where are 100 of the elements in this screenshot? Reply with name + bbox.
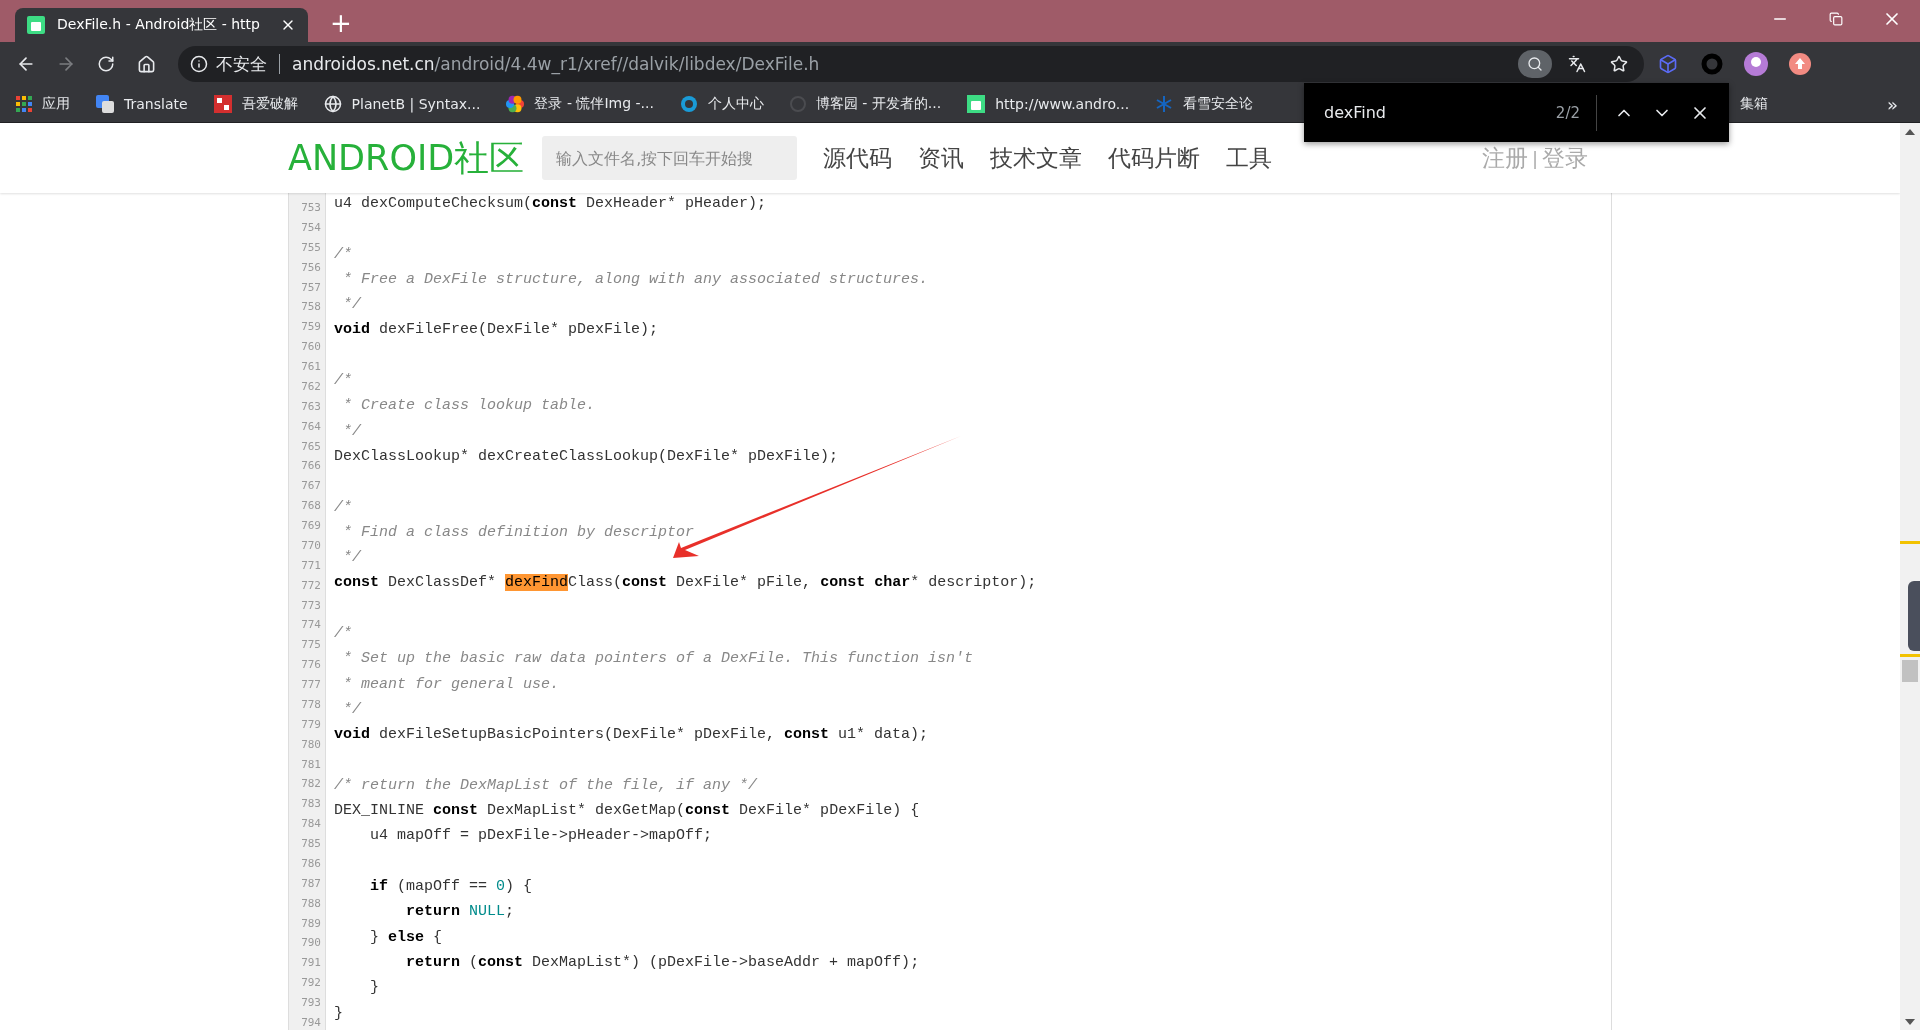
code-line: if (mapOff == 0) { (369, 877, 533, 897)
ring-icon (679, 95, 698, 113)
code-line: /* (334, 624, 352, 645)
nav-link[interactable]: 技术文章 (990, 142, 1083, 174)
code-line: void dexFileFree(DexFile* pDexFile); (334, 320, 659, 341)
bookmark[interactable]: 吾爱破解 (213, 95, 298, 113)
android-icon (27, 16, 45, 34)
bookmark[interactable]: Translate (96, 95, 188, 113)
search-icon[interactable] (1518, 50, 1552, 78)
home-icon[interactable] (136, 54, 156, 74)
seal-icon (213, 95, 232, 113)
code-line: } else { (369, 927, 443, 948)
line-number: 788 (300, 895, 322, 912)
code-line: u4 mapOff = pDexFile->pHeader->mapOff; (369, 826, 713, 847)
line-number: 765 (300, 438, 322, 455)
nav-link[interactable]: 代码片断 (1108, 142, 1201, 174)
line-number: 780 (300, 736, 322, 753)
restore-icon[interactable] (1829, 12, 1843, 26)
line-number: 773 (300, 597, 322, 614)
line-number: 755 (300, 239, 322, 256)
line-number: 782 (300, 776, 322, 793)
code-line: * Find a class definition by descriptor (342, 522, 695, 543)
code-line: } (334, 1003, 343, 1024)
more-bookmarks[interactable]: » (1887, 93, 1898, 115)
find-input[interactable]: dexFind (1322, 102, 1556, 123)
line-number: 790 (300, 935, 322, 952)
line-number: 791 (300, 955, 322, 972)
match-marker (1900, 541, 1920, 544)
line-number: 770 (300, 537, 322, 554)
line-number: 789 (300, 915, 322, 932)
code-line: DEX_INLINE const DexMapList* dexGetMap(const DexFile* pDexFile) { (334, 801, 920, 822)
line-number: 794 (300, 1014, 322, 1030)
code-line: * Set up the basic raw data pointers of a DexFile. This function isn't (342, 649, 974, 670)
line-number: 775 (300, 637, 322, 654)
flower-icon (506, 95, 525, 113)
line-number: 760 (300, 339, 322, 356)
security-label: 不安全 (216, 52, 267, 76)
line-number: 787 (300, 875, 322, 892)
nav-link[interactable]: 源代码 (823, 142, 893, 174)
globe-icon (323, 95, 342, 113)
code-line: /* return the DexMapList of the file, if any */ (334, 775, 758, 796)
scroll-thumb[interactable] (1902, 660, 1918, 682)
code-line: */ (342, 699, 361, 720)
line-number: 762 (300, 378, 322, 395)
info-icon[interactable] (190, 55, 208, 73)
line-number: 785 (300, 836, 322, 852)
line-number: 783 (300, 796, 322, 813)
line-number: 758 (300, 299, 322, 316)
code-line: u4 dexComputeChecksum(const DexHeader* pHeader); (334, 194, 767, 214)
code-line: /* (334, 244, 352, 265)
code-line: */ (342, 421, 361, 442)
snowflake-icon (1155, 95, 1174, 113)
bookmark[interactable]: 看雪安全论 (1155, 95, 1254, 113)
line-number: 767 (300, 478, 322, 495)
new-tab-button[interactable]: + (330, 8, 352, 38)
android-icon (967, 95, 986, 113)
line-number: 784 (300, 816, 322, 833)
bookmark[interactable]: 个人中心 (679, 95, 764, 113)
line-number: 781 (300, 756, 322, 773)
line-number: 774 (300, 617, 322, 634)
bookmark[interactable]: 登录 - 慌伴Img -... (506, 95, 654, 113)
line-number: 768 (300, 498, 322, 515)
nav-link[interactable]: 工具 (1226, 142, 1273, 174)
separator: | (1531, 147, 1538, 169)
browser-tab[interactable]: DexFile.h - Android社区 - http (15, 8, 308, 42)
code-line: * Free a DexFile structure, along with any associated structures. (342, 269, 929, 290)
code-line: DexClassLookup* dexCreateClassLookup(DexFile* pDexFile); (334, 446, 839, 467)
code-line: return (const DexMapList*) (pDexFile->baseAddr + mapOff); (405, 952, 920, 973)
code-line: */ (342, 295, 361, 316)
bookmark[interactable]: 集箱 (1740, 95, 1768, 113)
line-number: 756 (300, 259, 322, 276)
code-line: */ (342, 548, 361, 569)
bookmark[interactable]: http://www.andro... (967, 95, 1130, 113)
line-number: 757 (300, 279, 322, 296)
line-number: 759 (300, 319, 322, 336)
url-text: androidos.net.cn/android/4.4w_r1/xref//dalvik/libdex/DexFile.h (292, 54, 821, 74)
line-number: 754 (300, 219, 322, 236)
match-marker (1900, 654, 1920, 657)
line-number: 778 (300, 696, 322, 713)
tab-title: DexFile.h - Android社区 - http (57, 16, 261, 34)
line-number: 771 (300, 557, 322, 574)
reload-icon[interactable] (97, 55, 115, 73)
code-line: * Create class lookup table. (342, 396, 596, 417)
line-number: 764 (300, 418, 322, 435)
line-number: 753 (300, 200, 322, 216)
bookmark[interactable]: 应用 (16, 95, 70, 113)
bookmark[interactable]: 博客园 - 开发者的... (789, 95, 942, 113)
code-line: const DexClassDef* dexFindClass(const DexFile* pFile, const char* descriptor); (334, 573, 1037, 594)
search-field[interactable]: 输入文件名,按下回车开始搜 (542, 136, 798, 180)
nav-link[interactable]: 资讯 (918, 142, 965, 174)
code-line: /* (334, 371, 352, 392)
line-number: 772 (300, 577, 322, 594)
bookmark[interactable]: PlanetB | Syntax... (323, 95, 481, 113)
line-number: 776 (300, 657, 322, 674)
line-number: 769 (300, 518, 322, 534)
code-line: return NULL; (405, 902, 515, 923)
translate-icon (96, 95, 114, 113)
address-bar[interactable]: 不安全 androidos.net.cn/android/4.4w_r1/xref//dalvik/libdex/DexFile.h (178, 46, 1644, 82)
code-line: void dexFileSetupBasicPointers(DexFile* pDexFile, const u1* data); (334, 725, 929, 746)
code-line: * meant for general use. (342, 674, 560, 695)
